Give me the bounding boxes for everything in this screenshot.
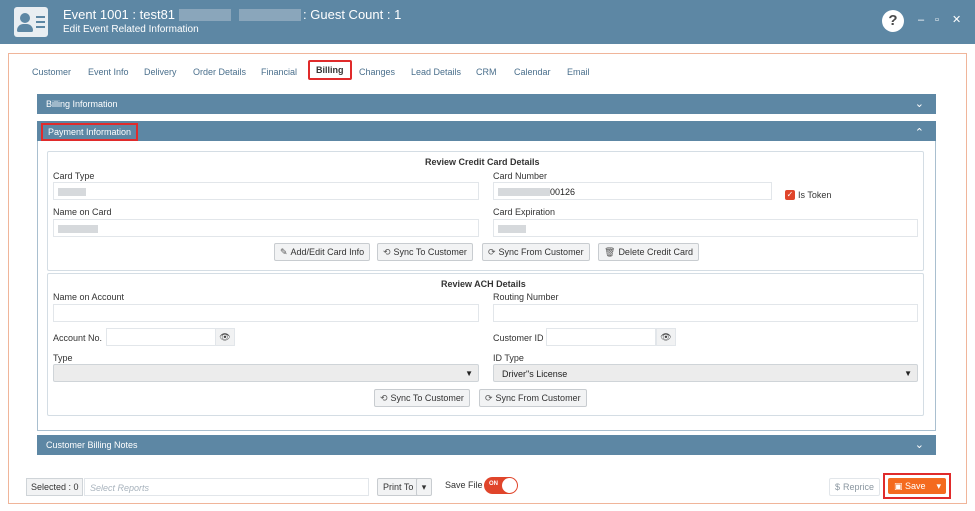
chevron-down-icon: ⌄ [914,439,924,451]
trash-icon: 🗑 [604,247,616,257]
section-title: Customer Billing Notes [46,440,138,450]
is-token-checkbox[interactable]: ✓ [785,190,795,200]
redacted-block [239,9,302,21]
save-button[interactable]: ▣ Save ▾ [888,478,946,494]
customer-billing-notes-header[interactable]: Customer Billing Notes ⌄ [37,435,936,455]
ach-sync-to-customer-button[interactable]: ⟲ Sync To Customer [374,389,470,407]
caret-down-icon: ▼ [465,369,473,378]
id-type-value: Driver"s License [502,369,568,379]
tab-crm[interactable]: CRM [476,67,497,77]
close-icon[interactable]: ✕ [952,14,961,26]
card-type-label: Card Type [53,171,95,181]
tab-event-info[interactable]: Event Info [88,67,129,77]
type-label: Type [53,353,73,363]
card-type-field[interactable] [53,182,479,200]
ach-heading: Review ACH Details [441,279,526,289]
eye-icon[interactable]: 👁 [656,328,676,346]
window-title: Event 1001 : test81 : Guest Count : 1 [63,7,401,22]
tab-customer[interactable]: Customer [32,67,71,77]
guest-count: : Guest Count : 1 [303,7,402,22]
event-title: Event 1001 : test81 [63,7,176,22]
title-bar: Event 1001 : test81 : Guest Count : 1 Edi… [0,0,975,44]
payment-information-header[interactable]: Payment Information ⌃ [37,121,936,141]
routing-number-field[interactable] [493,304,918,322]
floppy-disk-icon: ▣ [894,481,903,491]
tab-order-details[interactable]: Order Details [193,67,246,77]
eye-icon[interactable]: 👁 [215,328,235,346]
card-number-label: Card Number [493,171,548,181]
selected-count: Selected : 0 [26,478,83,496]
card-expiration-field[interactable] [493,219,918,237]
caret-down-icon: ▼ [904,369,912,378]
sync-from-customer-button[interactable]: ⟳ Sync From Customer [482,243,590,261]
card-number-field[interactable]: 00126 [493,182,772,200]
link-icon: ⟲ [380,393,388,403]
chevron-up-icon: ⌃ [914,127,924,139]
pencil-icon: ✎ [280,247,288,257]
save-file-label: Save File [445,480,483,490]
section-title: Payment Information [41,123,139,141]
print-to-dropdown[interactable]: ▾ [416,478,432,496]
select-reports-input[interactable]: Select Reports [84,478,369,496]
reprice-button[interactable]: $ Reprice [829,478,881,496]
print-to-button[interactable]: Print To [377,478,420,496]
id-type-select[interactable]: Driver"s License ▼ [493,364,918,382]
routing-number-label: Routing Number [493,292,559,302]
tab-changes[interactable]: Changes [359,67,395,77]
tab-calendar[interactable]: Calendar [514,67,551,77]
credit-card-heading: Review Credit Card Details [425,157,540,167]
tab-financial[interactable]: Financial [261,67,297,77]
link-icon: ⟳ [488,247,496,257]
link-icon: ⟳ [485,393,493,403]
chevron-down-icon: ⌄ [914,98,924,110]
type-select[interactable]: ▼ [53,364,479,382]
name-on-account-label: Name on Account [53,292,125,302]
name-on-card-field[interactable] [53,219,479,237]
minimize-icon[interactable]: – [918,14,924,26]
help-icon[interactable]: ? [882,10,904,32]
window-subtitle: Edit Event Related Information [63,24,199,35]
contact-card-icon [14,7,48,37]
name-on-card-label: Name on Card [53,207,112,217]
dollar-icon: $ [835,482,841,492]
tab-billing[interactable]: Billing [308,60,352,80]
redacted-block [179,9,232,21]
is-token-label: Is Token [798,190,832,200]
billing-information-header[interactable]: Billing Information ⌄ [37,94,936,114]
tab-lead-details[interactable]: Lead Details [411,67,461,77]
customer-id-field[interactable] [546,328,656,346]
add-edit-card-button[interactable]: ✎ Add/Edit Card Info [274,243,371,261]
name-on-account-field[interactable] [53,304,479,322]
sync-to-customer-button[interactable]: ⟲ Sync To Customer [377,243,473,261]
save-file-toggle[interactable]: ON [484,477,518,494]
account-no-field[interactable] [106,328,216,346]
link-icon: ⟲ [383,247,391,257]
tab-delivery[interactable]: Delivery [144,67,177,77]
id-type-label: ID Type [493,353,524,363]
caret-down-icon: ▾ [421,482,427,492]
card-expiration-label: Card Expiration [493,207,556,217]
caret-down-icon[interactable]: ▾ [936,478,941,494]
maximize-icon[interactable]: ▫ [935,14,939,26]
section-title: Billing Information [46,99,118,109]
card-number-value: 00126 [550,187,576,197]
delete-credit-card-button[interactable]: 🗑 Delete Credit Card [598,243,699,261]
account-no-label: Account No. [53,333,103,343]
ach-sync-from-customer-button[interactable]: ⟳ Sync From Customer [479,389,587,407]
customer-id-label: Customer ID [493,333,544,343]
tab-email[interactable]: Email [567,67,590,77]
save-highlight: ▣ Save ▾ [883,473,951,499]
